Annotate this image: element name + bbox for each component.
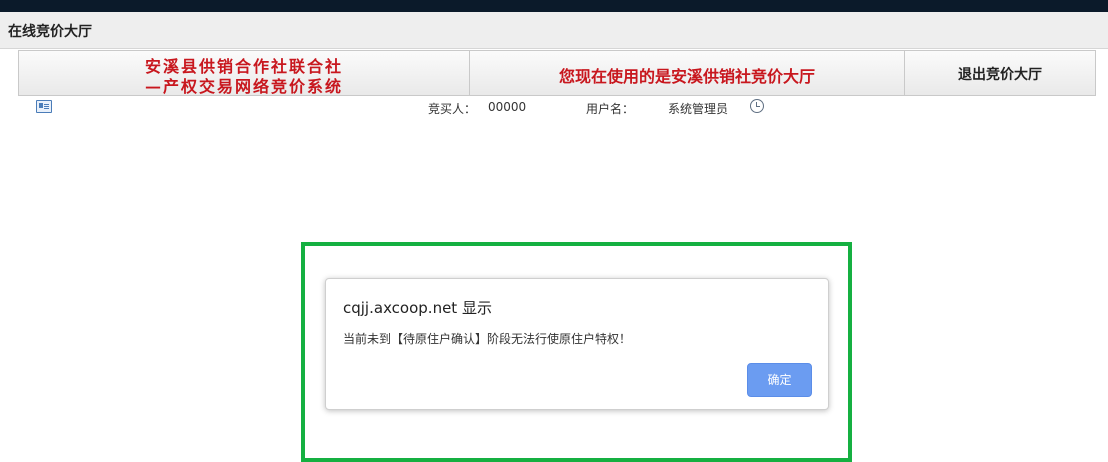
dialog-title: cqjj.axcoop.net 显示: [343, 299, 492, 317]
buyer-value: 00000: [488, 100, 527, 114]
org-name-line2: —产权交易网络竞价系统: [144, 77, 343, 96]
usage-notice: 您现在使用的是安溪供销社竞价大厅: [558, 67, 815, 86]
clock-icon: [750, 99, 764, 113]
app-title: 在线竞价大厅: [8, 24, 92, 40]
top-dark-bar: [0, 0, 1108, 12]
org-name-cell: 安溪县供销合作社联合社 —产权交易网络竞价系统: [19, 51, 470, 96]
info-row: 竞买人： 00000 用户名： 系统管理员: [0, 97, 1108, 119]
exit-cell[interactable]: 退出竞价大厅: [905, 51, 1095, 95]
exit-hall-link[interactable]: 退出竞价大厅: [905, 64, 1095, 84]
id-card-icon[interactable]: [36, 100, 52, 113]
ok-button[interactable]: 确定: [747, 363, 812, 397]
notice-cell: 您现在使用的是安溪供销社竞价大厅: [470, 51, 905, 95]
username-label: 用户名：: [586, 102, 635, 116]
dialog-message: 当前未到【待原住户确认】阶段无法行使原住户特权！: [343, 332, 632, 346]
buyer-label: 竞买人：: [428, 102, 477, 116]
title-strip: 在线竞价大厅: [0, 12, 1108, 49]
username-value: 系统管理员: [668, 102, 729, 116]
alert-dialog: cqjj.axcoop.net 显示 当前未到【待原住户确认】阶段无法行使原住户…: [325, 278, 829, 410]
header-row: 安溪县供销合作社联合社 —产权交易网络竞价系统 您现在使用的是安溪供销社竞价大厅…: [18, 50, 1096, 96]
